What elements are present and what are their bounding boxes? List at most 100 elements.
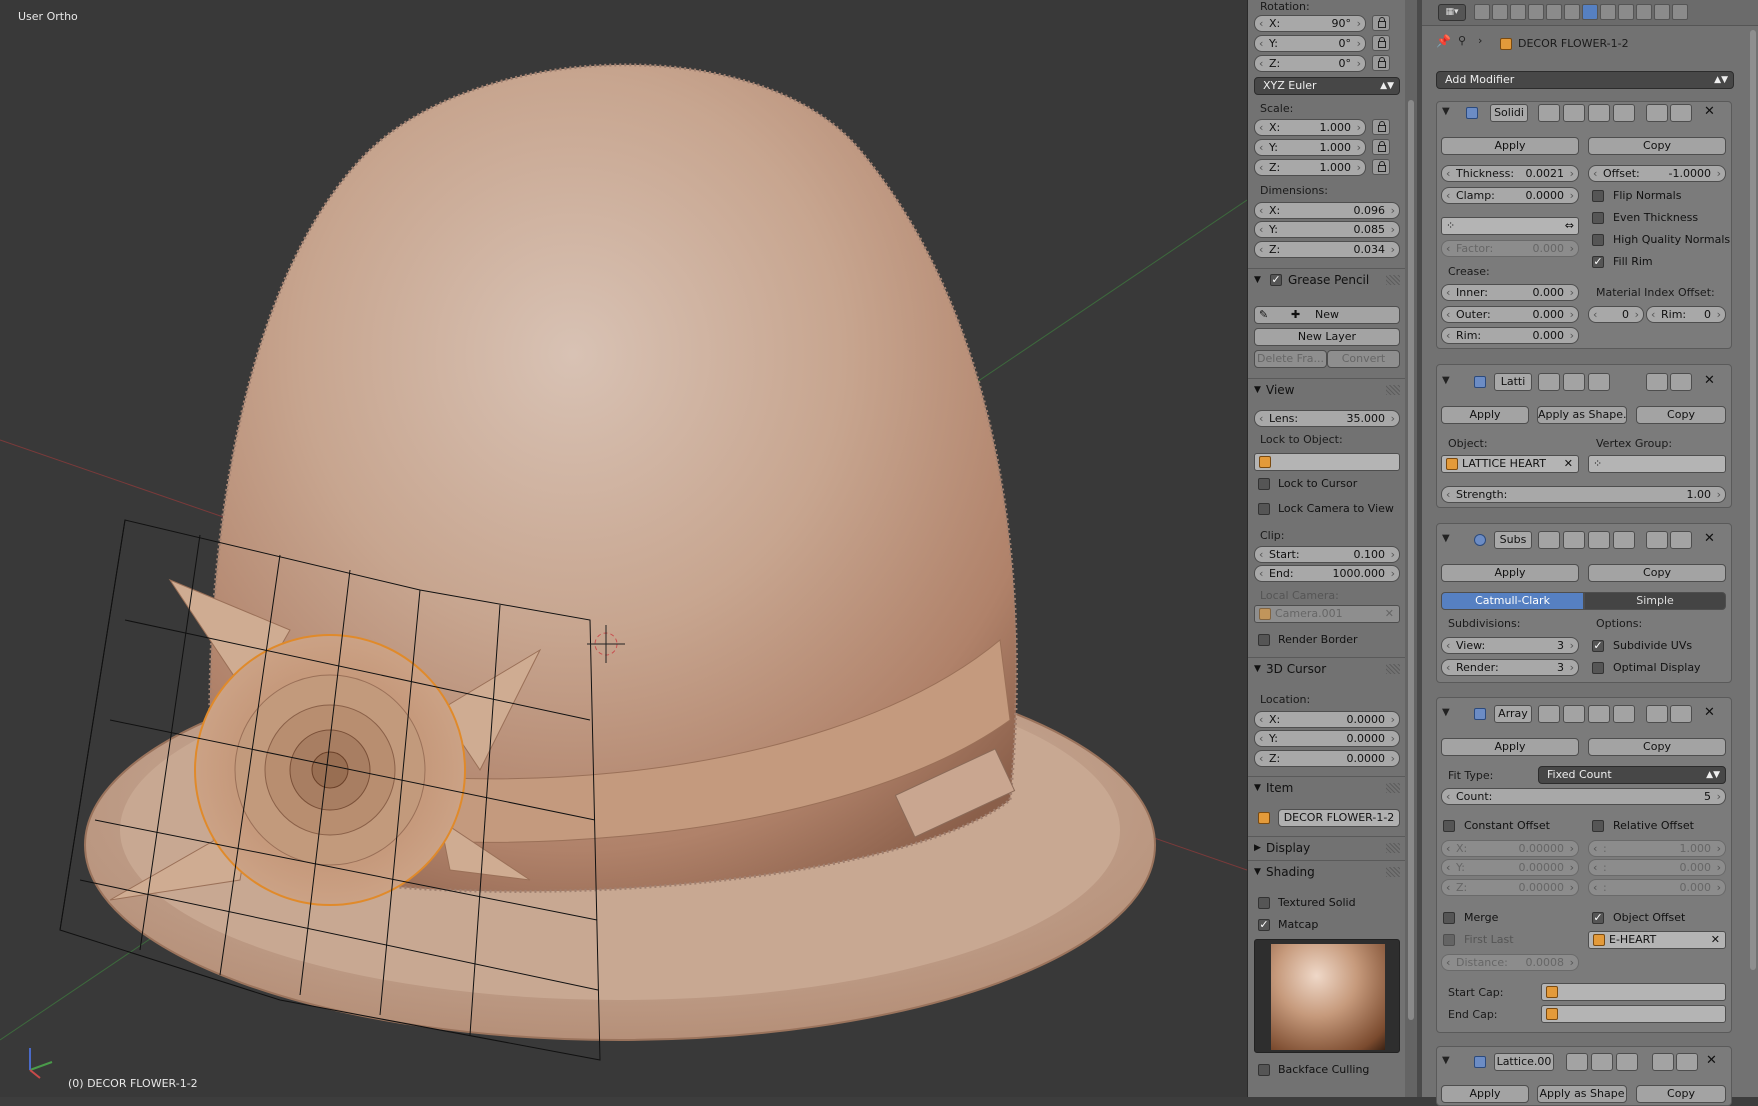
lattice-copy-button[interactable]: Copy: [1636, 406, 1726, 424]
cage-icon[interactable]: [1613, 705, 1635, 723]
move-up-icon[interactable]: [1652, 1053, 1674, 1071]
pin-icon[interactable]: 📌: [1436, 34, 1451, 48]
close-icon[interactable]: ✕: [1704, 531, 1715, 546]
cursor-x-field[interactable]: X:0.0000: [1254, 711, 1400, 728]
lattice2-name-field[interactable]: Lattice.00: [1494, 1053, 1554, 1071]
close-icon[interactable]: ✕: [1711, 932, 1720, 948]
particles-icon[interactable]: [1654, 4, 1670, 20]
constant-offset-y-field[interactable]: Y:0.00000: [1441, 859, 1579, 876]
solidify-apply-button[interactable]: Apply: [1441, 137, 1579, 155]
lock-icon[interactable]: [1372, 55, 1390, 71]
array-name-field[interactable]: Array: [1494, 705, 1532, 723]
dimension-z-field[interactable]: Z:0.034: [1254, 241, 1400, 258]
data-icon[interactable]: [1600, 4, 1616, 20]
close-icon[interactable]: ✕: [1704, 373, 1715, 388]
move-down-icon[interactable]: [1670, 705, 1692, 723]
scale-x-field[interactable]: X:1.000: [1254, 119, 1366, 136]
constant-offset-x-field[interactable]: X:0.00000: [1441, 840, 1579, 857]
lock-icon[interactable]: [1372, 119, 1390, 135]
lock-camera-checkbox[interactable]: [1258, 503, 1270, 515]
eye-icon[interactable]: [1563, 705, 1585, 723]
physics-icon[interactable]: [1672, 4, 1688, 20]
lock-to-cursor-checkbox[interactable]: [1258, 478, 1270, 490]
clamp-field[interactable]: Clamp:0.0000: [1441, 187, 1579, 204]
constant-offset-checkbox[interactable]: [1443, 820, 1455, 832]
subsurf-view-field[interactable]: View:3: [1441, 637, 1579, 654]
rotation-x-field[interactable]: X:90°: [1254, 15, 1366, 32]
world-icon[interactable]: [1528, 4, 1544, 20]
material-offset-rim-field[interactable]: Rim:0: [1646, 306, 1726, 323]
close-icon[interactable]: ✕: [1564, 456, 1573, 472]
move-down-icon[interactable]: [1670, 373, 1692, 391]
collapse-triangle-icon[interactable]: ▼: [1442, 106, 1450, 117]
editmode-icon[interactable]: [1588, 705, 1610, 723]
fill-rim-checkbox[interactable]: ✓: [1592, 256, 1604, 268]
render-icon[interactable]: [1474, 4, 1490, 20]
lattice2-apply-button[interactable]: Apply: [1441, 1085, 1529, 1103]
crease-rim-field[interactable]: Rim:0.000: [1441, 327, 1579, 344]
cursor-z-field[interactable]: Z:0.0000: [1254, 750, 1400, 767]
editmode-icon[interactable]: [1588, 531, 1610, 549]
close-icon[interactable]: ✕: [1704, 104, 1715, 119]
rotation-mode-select[interactable]: XYZ Euler ▲▼: [1254, 77, 1400, 95]
material-offset-field[interactable]: 0: [1588, 306, 1644, 323]
display-panel-header[interactable]: ▶ Display: [1248, 836, 1406, 858]
grease-pencil-panel-header[interactable]: ▼ ✓ Grease Pencil: [1248, 268, 1406, 290]
render-layers-icon[interactable]: [1492, 4, 1508, 20]
fit-type-select[interactable]: Fixed Count ▲▼: [1538, 766, 1726, 784]
subsurf-apply-button[interactable]: Apply: [1441, 564, 1579, 582]
drag-grip-icon[interactable]: [1386, 664, 1400, 674]
3d-cursor-panel-header[interactable]: ▼ 3D Cursor: [1248, 657, 1406, 679]
collapse-triangle-icon[interactable]: ▼: [1442, 707, 1450, 718]
hq-normals-checkbox[interactable]: [1592, 234, 1604, 246]
view-panel-header[interactable]: ▼ View: [1248, 378, 1406, 400]
drag-grip-icon[interactable]: [1386, 843, 1400, 853]
move-up-icon[interactable]: [1646, 705, 1668, 723]
simple-toggle[interactable]: Simple: [1584, 592, 1726, 610]
grease-pencil-checkbox[interactable]: ✓: [1270, 274, 1282, 286]
modifiers-icon[interactable]: [1582, 4, 1598, 20]
eye-icon[interactable]: [1563, 104, 1585, 122]
clip-start-field[interactable]: Start:0.100: [1254, 546, 1400, 563]
matcap-preview[interactable]: [1254, 939, 1400, 1053]
texture-icon[interactable]: [1636, 4, 1652, 20]
subsurf-name-field[interactable]: Subs: [1494, 531, 1532, 549]
scale-y-field[interactable]: Y:1.000: [1254, 139, 1366, 156]
drag-grip-icon[interactable]: [1386, 867, 1400, 877]
grease-pencil-new-button[interactable]: ✎ ✚ New: [1254, 306, 1400, 324]
scale-z-field[interactable]: Z:1.000: [1254, 159, 1366, 176]
factor-field[interactable]: Factor:0.000: [1441, 240, 1579, 257]
lattice-vertex-group-field[interactable]: ⁘: [1588, 455, 1726, 473]
flip-normals-checkbox[interactable]: [1592, 190, 1604, 202]
lattice-apply-shape-button[interactable]: Apply as Shape...: [1537, 406, 1627, 424]
convert-button[interactable]: Convert: [1327, 350, 1400, 368]
shading-panel-header[interactable]: ▼ Shading: [1248, 860, 1406, 882]
lock-icon[interactable]: [1372, 15, 1390, 31]
cursor-y-field[interactable]: Y:0.0000: [1254, 730, 1400, 747]
rotation-y-field[interactable]: Y:0°: [1254, 35, 1366, 52]
solidify-name-field[interactable]: Solidi: [1490, 104, 1528, 122]
eye-icon[interactable]: [1563, 373, 1585, 391]
drag-grip-icon[interactable]: [1386, 385, 1400, 395]
material-icon[interactable]: [1618, 4, 1634, 20]
3d-viewport[interactable]: User Ortho (0) DECOR FLOWER-1-2: [0, 0, 1247, 1097]
lock-icon[interactable]: [1372, 35, 1390, 51]
vertex-group-field[interactable]: ⁘ ⇔: [1441, 217, 1579, 235]
shelf-scrollbar[interactable]: [1405, 0, 1417, 1097]
move-down-icon[interactable]: [1670, 531, 1692, 549]
close-icon[interactable]: ✕: [1385, 606, 1394, 622]
relative-offset-checkbox[interactable]: [1592, 820, 1604, 832]
merge-distance-field[interactable]: Distance:0.0008: [1441, 954, 1579, 971]
count-field[interactable]: Count:5: [1441, 788, 1726, 805]
scrollbar-thumb[interactable]: [1408, 100, 1414, 1020]
move-up-icon[interactable]: [1646, 531, 1668, 549]
editmode-icon[interactable]: [1588, 373, 1610, 391]
cage-icon[interactable]: [1613, 104, 1635, 122]
collapse-triangle-icon[interactable]: ▼: [1442, 1055, 1450, 1066]
scene-icon[interactable]: [1510, 4, 1526, 20]
camera-icon[interactable]: [1566, 1053, 1588, 1071]
clip-end-field[interactable]: End:1000.000: [1254, 565, 1400, 582]
relative-offset-y-field[interactable]: :0.000: [1588, 859, 1726, 876]
rotation-z-field[interactable]: Z:0°: [1254, 55, 1366, 72]
invert-icon[interactable]: ⇔: [1565, 218, 1574, 234]
